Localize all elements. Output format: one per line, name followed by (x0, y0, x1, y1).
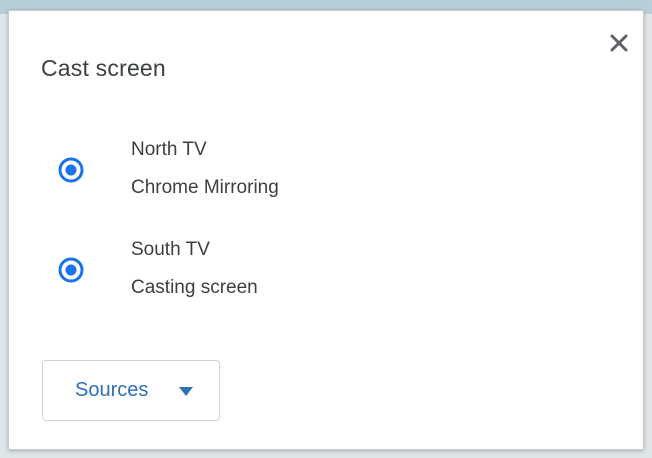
sink-status: Chrome Mirroring (131, 177, 279, 198)
sink-status: Casting screen (131, 277, 258, 298)
sink-name: South TV (131, 239, 210, 260)
sources-dropdown-button[interactable]: Sources (42, 360, 220, 421)
close-button[interactable] (605, 29, 633, 57)
sink-item-south-tv[interactable]: South TV Casting screen (49, 235, 609, 305)
radio-selected-icon[interactable] (55, 154, 87, 186)
sink-item-north-tv[interactable]: North TV Chrome Mirroring (49, 135, 609, 205)
caret-down-icon (178, 385, 194, 403)
cast-dialog: Cast screen North TV Chrome Mirroring So… (8, 10, 644, 450)
close-icon (605, 29, 633, 57)
sources-label: Sources (75, 379, 149, 401)
sink-name: North TV (131, 139, 207, 160)
dialog-title: Cast screen (41, 55, 166, 81)
radio-selected-icon[interactable] (55, 254, 87, 286)
